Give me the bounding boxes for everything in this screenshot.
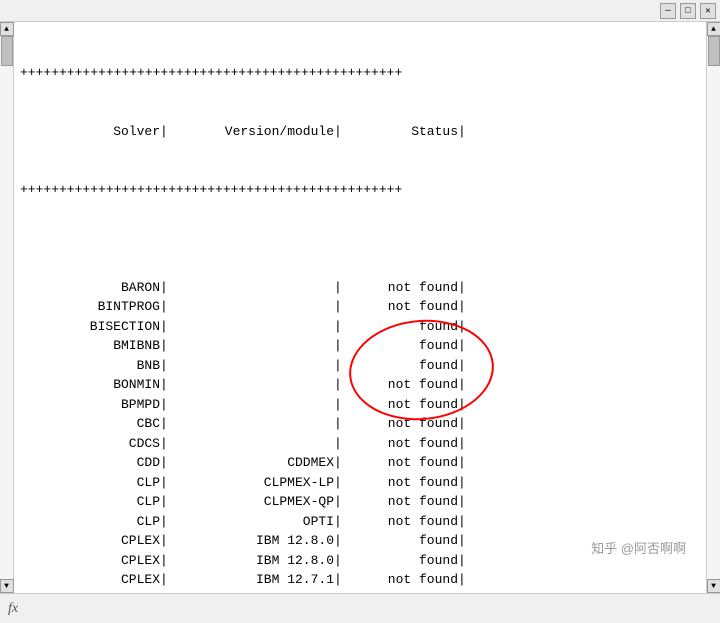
cell-status: found xyxy=(338,531,458,551)
table-row: CLP|CLPMEX-LP|not found| xyxy=(14,473,706,493)
cell-status: found xyxy=(338,336,458,356)
header-solver: Solver xyxy=(20,122,160,142)
cell-version xyxy=(164,356,334,376)
cell-solver: CPLEX xyxy=(20,551,160,571)
cell-version: IBM 12.8.0 xyxy=(164,551,334,571)
table-row: CPLEX|IBM 12.7.1|not found| xyxy=(14,590,706,594)
table-row: BISECTION||found| xyxy=(14,317,706,337)
table-row: BNB||found| xyxy=(14,356,706,376)
cell-status: not found xyxy=(338,395,458,415)
title-bar: ─ □ ✕ xyxy=(0,0,720,22)
cell-status: not found xyxy=(338,590,458,594)
cell-solver: BNB xyxy=(20,356,160,376)
cell-version xyxy=(164,278,334,298)
cell-solver: CPLEX xyxy=(20,570,160,590)
table-row: BINTPROG||not found| xyxy=(14,297,706,317)
cell-version: OPTI xyxy=(164,512,334,532)
scroll-thumb-right[interactable] xyxy=(708,36,720,66)
cell-status: not found xyxy=(338,297,458,317)
minimize-button[interactable]: ─ xyxy=(660,3,676,19)
cell-status: not found xyxy=(338,278,458,298)
window: ─ □ ✕ ▲ ▼ ++++++++++++++++++++++++++++++… xyxy=(0,0,720,623)
cell-solver: CLP xyxy=(20,492,160,512)
cell-solver: CBC xyxy=(20,414,160,434)
cell-status: not found xyxy=(338,512,458,532)
cell-solver: BONMIN xyxy=(20,375,160,395)
title-bar-buttons: ─ □ ✕ xyxy=(660,3,716,19)
cell-version: CDDMEX xyxy=(164,453,334,473)
cell-version: IBM 12.7.1 xyxy=(164,590,334,594)
scroll-down-arrow[interactable]: ▼ xyxy=(0,579,14,593)
cell-status: not found xyxy=(338,453,458,473)
right-scrollbar[interactable]: ▲ ▼ xyxy=(706,22,720,593)
cell-version xyxy=(164,297,334,317)
cell-solver: CDD xyxy=(20,453,160,473)
table-row: BMIBNB||found| xyxy=(14,336,706,356)
table-row: BONMIN||not found| xyxy=(14,375,706,395)
table-row: CPLEX|IBM 12.7.1|not found| xyxy=(14,570,706,590)
cell-status: not found xyxy=(338,434,458,454)
fx-label: fx xyxy=(8,601,18,617)
cell-status: not found xyxy=(338,375,458,395)
cell-status: not found xyxy=(338,492,458,512)
separator-header: ++++++++++++++++++++++++++++++++++++++++… xyxy=(14,180,706,200)
cell-version xyxy=(164,434,334,454)
scroll-track-left[interactable] xyxy=(0,36,13,579)
table-row: CDD|CDDMEX|not found| xyxy=(14,453,706,473)
cell-status: found xyxy=(338,356,458,376)
scroll-up-right[interactable]: ▲ xyxy=(707,22,720,36)
cell-status: found xyxy=(338,551,458,571)
cell-solver: CLP xyxy=(20,512,160,532)
table-row: CLP|OPTI|not found| xyxy=(14,512,706,532)
cell-solver: BARON xyxy=(20,278,160,298)
cell-version: CLPMEX-QP xyxy=(164,492,334,512)
cell-version xyxy=(164,395,334,415)
left-scrollbar[interactable]: ▲ ▼ xyxy=(0,22,14,593)
cell-version: CLPMEX-LP xyxy=(164,473,334,493)
cell-status: not found xyxy=(338,414,458,434)
scroll-thumb-left[interactable] xyxy=(1,36,13,66)
scroll-down-right[interactable]: ▼ xyxy=(707,579,720,593)
cell-version xyxy=(164,375,334,395)
table-row: BPMPD||not found| xyxy=(14,395,706,415)
watermark: 知乎 @阿否啊啊 xyxy=(591,538,686,557)
cell-solver: CLP xyxy=(20,473,160,493)
scroll-track-right[interactable] xyxy=(707,36,720,579)
solver-table: ++++++++++++++++++++++++++++++++++++++++… xyxy=(14,22,706,593)
main-content: ++++++++++++++++++++++++++++++++++++++++… xyxy=(14,22,706,593)
table-row: CDCS||not found| xyxy=(14,434,706,454)
table-header: Solver | Version/module | Status | xyxy=(14,122,706,142)
cell-version xyxy=(164,414,334,434)
bottom-bar: fx xyxy=(0,593,720,623)
cell-status: found xyxy=(338,317,458,337)
cell-solver: BPMPD xyxy=(20,395,160,415)
cell-solver: BISECTION xyxy=(20,317,160,337)
maximize-button[interactable]: □ xyxy=(680,3,696,19)
cell-solver: BMIBNB xyxy=(20,336,160,356)
cell-status: not found xyxy=(338,570,458,590)
cell-status: not found xyxy=(338,473,458,493)
table-row: BARON||not found| xyxy=(14,278,706,298)
cell-version xyxy=(164,317,334,337)
scroll-up-arrow[interactable]: ▲ xyxy=(0,22,14,36)
content-area: ▲ ▼ ++++++++++++++++++++++++++++++++++++… xyxy=(0,22,720,593)
cell-solver: CPLEX xyxy=(20,531,160,551)
cell-solver: CDCS xyxy=(20,434,160,454)
header-status: Status xyxy=(338,122,458,142)
table-row: CBC||not found| xyxy=(14,414,706,434)
cell-solver: BINTPROG xyxy=(20,297,160,317)
cell-version xyxy=(164,336,334,356)
close-button[interactable]: ✕ xyxy=(700,3,716,19)
separator-top: ++++++++++++++++++++++++++++++++++++++++… xyxy=(14,63,706,83)
cell-solver: CPLEX xyxy=(20,590,160,594)
cell-version: IBM 12.7.1 xyxy=(164,570,334,590)
table-row: CLP|CLPMEX-QP|not found| xyxy=(14,492,706,512)
cell-version: IBM 12.8.0 xyxy=(164,531,334,551)
header-version: Version/module xyxy=(164,122,334,142)
